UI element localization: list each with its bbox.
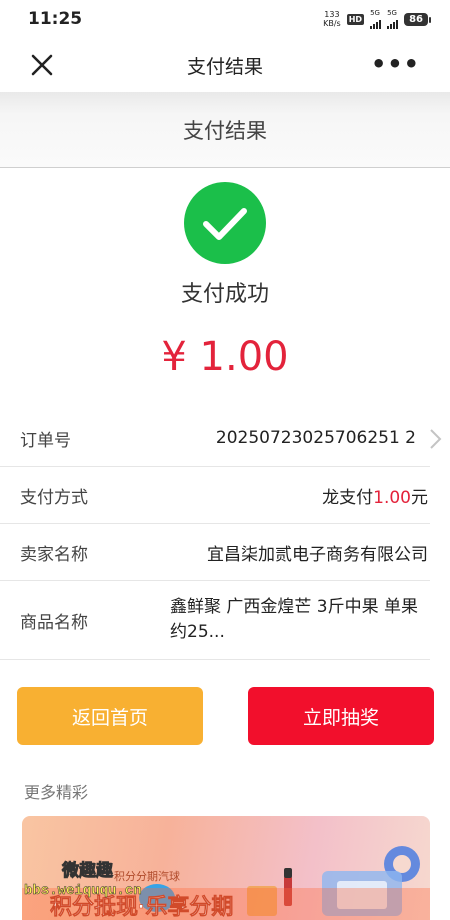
- close-icon[interactable]: [28, 51, 56, 79]
- payment-status-text: 支付成功: [180, 282, 269, 307]
- network-speed-value: 133: [324, 10, 340, 19]
- status-time: 11:25: [28, 9, 83, 29]
- signal-1-label: 5G: [370, 8, 380, 17]
- chevron-right-icon: [430, 429, 442, 449]
- order-details: 订单号 20250723025706251 2 支付方式 龙支付1.00元 卖家…: [0, 410, 450, 660]
- page-title: 支付结果: [183, 118, 267, 143]
- promo-banner[interactable]: 积分分期汽球 积分抵现·乐享分期 微趣趣 bbs.weiququ.cn: [22, 816, 430, 920]
- seller-label: 卖家名称: [20, 544, 88, 565]
- payment-amount: ¥ 1.00: [161, 334, 289, 380]
- payment-method-name: 龙支付: [322, 487, 374, 508]
- payment-method-value: 龙支付1.00元: [140, 483, 430, 508]
- network-speed: 133 KB/s: [323, 10, 341, 28]
- hd-icon: HD: [346, 13, 365, 25]
- network-speed-unit: KB/s: [323, 19, 341, 28]
- checkmark-icon: [203, 208, 247, 240]
- status-bar: 11:25 133 KB/s HD 5G 5G 86: [0, 0, 450, 38]
- nav-bar: 支付结果 •••: [0, 38, 450, 92]
- signal-2-icon: 5G: [387, 8, 399, 29]
- goods-value: 鑫鲜聚 广西金煌芒 3斤中果 单果约25...: [170, 597, 419, 642]
- battery-icon: 86: [404, 12, 431, 26]
- payment-method-label: 支付方式: [20, 487, 88, 508]
- nav-title: 支付结果: [186, 55, 263, 78]
- seller-value: 宜昌柒加贰电子商务有限公司: [207, 544, 428, 565]
- watermark-url: bbs.weiququ.cn: [24, 883, 142, 899]
- success-icon: [184, 182, 266, 264]
- payment-method-amount: 1.00: [373, 487, 411, 508]
- seller-row: 卖家名称 宜昌柒加贰电子商务有限公司: [0, 524, 430, 581]
- signal-1-icon: 5G: [370, 8, 382, 29]
- status-icons: 133 KB/s HD 5G 5G 86: [323, 8, 431, 29]
- return-home-button[interactable]: 返回首页: [17, 687, 203, 745]
- promo-banner-subtitle: 积分分期汽球: [114, 869, 180, 883]
- payment-method-unit: 元: [411, 487, 428, 508]
- goods-row: 商品名称 鑫鲜聚 广西金煌芒 3斤中果 单果约25...: [0, 581, 430, 660]
- signal-2-label: 5G: [387, 8, 397, 17]
- page-header: 支付结果: [0, 92, 450, 168]
- more-section-title: 更多精彩: [24, 783, 89, 802]
- payment-method-row: 支付方式 龙支付1.00元: [0, 467, 430, 524]
- order-number-label: 订单号: [20, 430, 71, 451]
- more-options-icon[interactable]: •••: [371, 52, 420, 76]
- lottery-button[interactable]: 立即抽奖: [248, 687, 434, 745]
- watermark-title: 微趣趣: [61, 860, 114, 880]
- goods-label: 商品名称: [20, 612, 88, 633]
- order-number-value: 20250723025706251 2: [215, 428, 416, 448]
- order-number-row[interactable]: 订单号 20250723025706251 2: [0, 410, 442, 467]
- promo-banner-art: 积分分期汽球 积分抵现·乐享分期 微趣趣 bbs.weiququ.cn: [22, 846, 430, 920]
